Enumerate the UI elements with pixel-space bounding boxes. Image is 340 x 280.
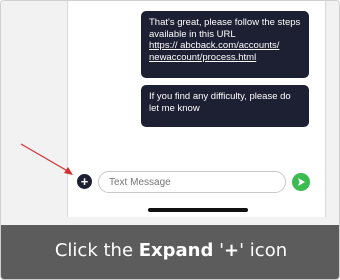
message-text: If you find any difficulty, please do le… — [149, 91, 291, 114]
send-button[interactable] — [292, 173, 310, 191]
tutorial-frame: That's great, please follow the steps av… — [0, 0, 340, 280]
send-arrow-icon — [298, 178, 305, 186]
instruction-caption-bar: Click the Expand '+' icon — [1, 225, 339, 279]
message-input[interactable] — [98, 171, 286, 193]
chat-screen: That's great, please follow the steps av… — [67, 1, 326, 217]
home-indicator — [148, 208, 248, 212]
message-bubble: That's great, please follow the steps av… — [141, 11, 309, 78]
expand-plus-icon[interactable]: + — [77, 174, 92, 189]
message-text: That's great, please follow the steps av… — [149, 17, 301, 40]
message-link[interactable]: https:// abcback.com/accounts/ newaccoun… — [149, 40, 279, 63]
message-bubble: If you find any difficulty, please do le… — [141, 85, 309, 127]
instruction-caption: Click the Expand '+' icon — [54, 240, 288, 261]
